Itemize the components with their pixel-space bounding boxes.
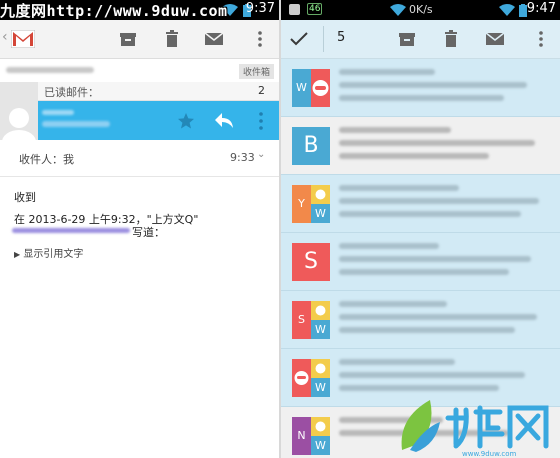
sender-tile[interactable]: W <box>292 359 330 397</box>
subject-redacted <box>6 67 94 73</box>
read-messages-row[interactable]: 已读邮件： 2 <box>38 82 279 101</box>
logo-url-text: www.9duw.com <box>462 450 517 458</box>
network-badge: 46 <box>307 3 323 15</box>
tile-letter: W <box>315 207 326 220</box>
face-avatar-icon <box>315 305 326 316</box>
chevron-down-icon[interactable]: ⌄ <box>257 149 265 160</box>
recipient-label: 收件人：我 <box>19 153 74 166</box>
overflow-menu-icon[interactable] <box>531 29 551 49</box>
message-overflow-icon[interactable] <box>256 111 266 131</box>
conversation-row[interactable]: S <box>281 233 560 291</box>
archive-icon[interactable] <box>397 29 417 49</box>
conversation-row[interactable]: Y W <box>281 175 560 233</box>
message-body-text: 收到 <box>14 191 36 204</box>
back-arrow-icon[interactable]: ‹ <box>2 29 8 45</box>
sender-tile[interactable]: S W <box>292 301 330 339</box>
wifi-icon <box>390 4 406 16</box>
action-bar: ‹ <box>0 20 279 59</box>
face-avatar-icon <box>315 189 326 200</box>
done-check-icon[interactable] <box>290 31 308 47</box>
show-quoted-text-link[interactable]: ▶ 显示引用文字 <box>14 245 83 260</box>
quote-wrote-label: 写道： <box>132 226 165 239</box>
mark-unread-icon[interactable] <box>485 29 505 49</box>
tile-letter: Y <box>298 197 305 210</box>
sender-tile[interactable]: N W <box>292 417 330 455</box>
selection-action-bar: 5 <box>281 20 560 59</box>
message-time: 9:33 <box>230 151 255 164</box>
trash-icon[interactable] <box>162 29 182 49</box>
sender-tile[interactable]: S <box>292 243 330 281</box>
overflow-menu-icon[interactable] <box>250 29 270 49</box>
default-avatar-icon <box>0 82 38 140</box>
tile-letter: N <box>297 429 306 442</box>
message-view-pane: 9:37 ‹ 收件箱 已读邮件： 2 收件人：我 9:33 ⌄ 收到 在 201… <box>0 0 279 458</box>
watermark-text: 九度网http://www.9duw.com <box>0 2 228 20</box>
read-messages-label: 已读邮件： <box>44 86 99 99</box>
selected-count: 5 <box>337 30 346 45</box>
face-avatar-icon <box>294 371 309 385</box>
tile-letter: S <box>298 313 305 326</box>
face-avatar-icon <box>315 421 326 432</box>
status-time: 9:37 <box>245 1 275 16</box>
gmail-logo-icon[interactable] <box>11 30 35 48</box>
notification-icon <box>289 4 300 15</box>
face-avatar-icon <box>315 363 326 374</box>
quoted-sender-redacted <box>12 228 130 233</box>
conversation-row[interactable]: B <box>281 117 560 175</box>
reply-icon[interactable] <box>214 111 234 129</box>
status-bar: 46 0K/s 9:47 <box>281 0 560 20</box>
avatar <box>0 82 38 140</box>
status-time: 9:47 <box>526 1 556 16</box>
sender-tile[interactable]: Y W <box>292 185 330 223</box>
tile-letter: W <box>315 381 326 394</box>
site-logo-watermark: www.9duw.com <box>401 400 549 458</box>
separator <box>323 26 324 52</box>
triangle-right-icon: ▶ <box>14 250 21 259</box>
sender-name-redacted <box>42 110 74 115</box>
network-rate: 0K/s <box>409 3 433 16</box>
folder-label[interactable]: 收件箱 <box>239 64 275 79</box>
sender-address-redacted <box>42 121 110 127</box>
face-avatar-icon <box>312 80 329 96</box>
trash-icon[interactable] <box>441 29 461 49</box>
star-icon[interactable] <box>177 112 195 130</box>
mark-unread-icon[interactable] <box>204 29 224 49</box>
sender-tile[interactable]: W <box>292 69 330 107</box>
tile-letter: W <box>296 81 307 94</box>
archive-icon[interactable] <box>118 29 138 49</box>
read-messages-count: 2 <box>258 84 265 97</box>
conversation-row[interactable]: W <box>281 59 560 117</box>
conversation-row[interactable]: S W <box>281 291 560 349</box>
show-quoted-text-label: 显示引用文字 <box>23 249 84 260</box>
sender-header[interactable] <box>38 101 279 140</box>
tile-letter: S <box>304 249 318 274</box>
quote-header-line: 在 2013-6-29 上午9:32，"上方文Q" <box>14 213 199 226</box>
sender-tile[interactable]: B <box>292 127 330 165</box>
tile-letter: W <box>315 439 326 452</box>
signal-wifi-icon <box>499 4 515 16</box>
recipient-row[interactable]: 收件人：我 9:33 ⌄ <box>0 140 279 177</box>
tile-letter: B <box>303 133 319 158</box>
tile-letter: W <box>315 323 326 336</box>
